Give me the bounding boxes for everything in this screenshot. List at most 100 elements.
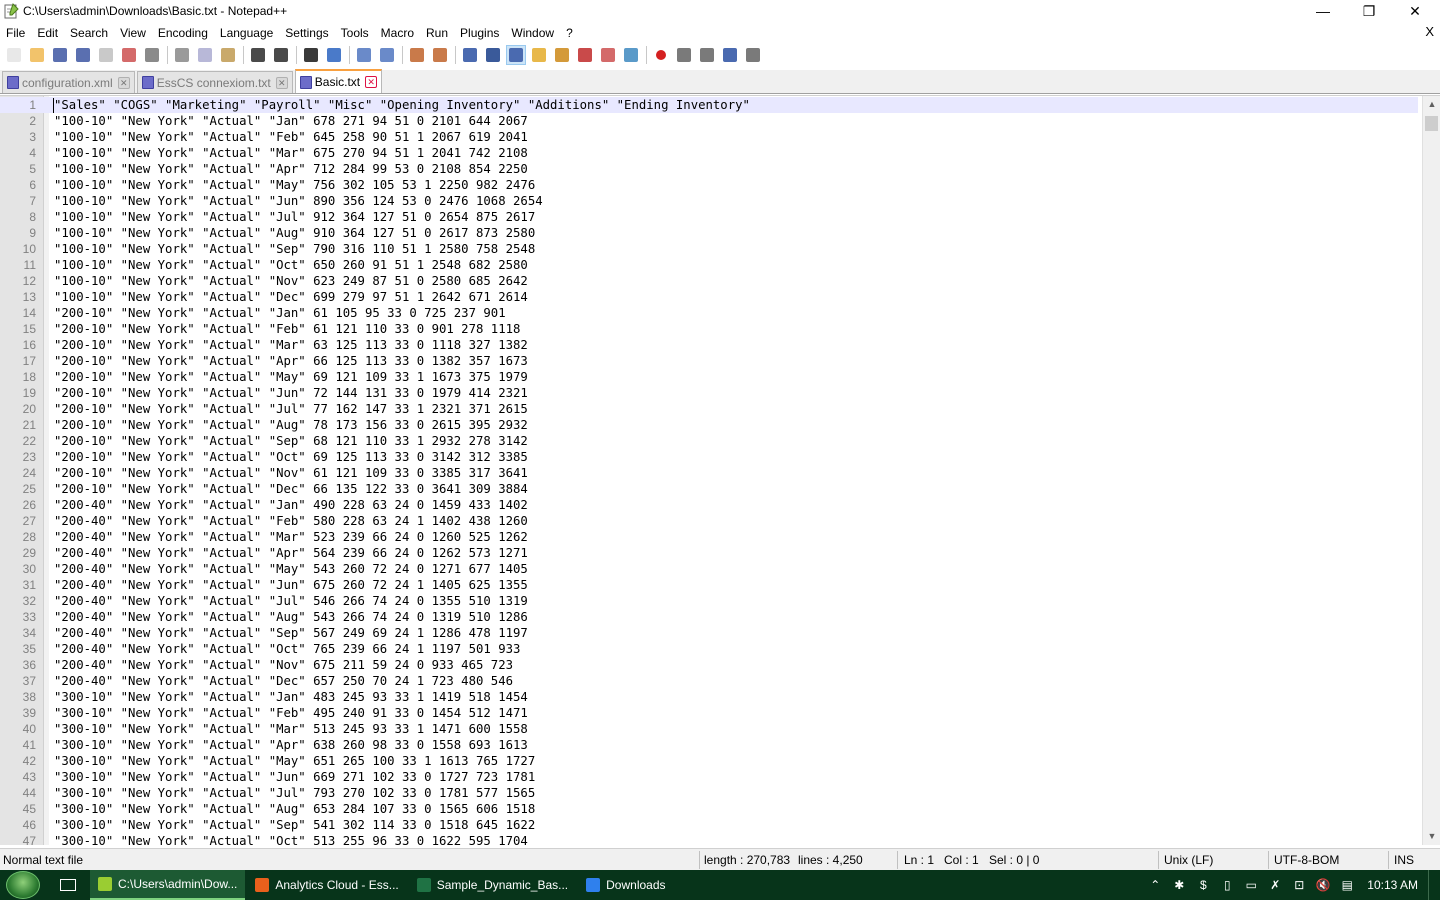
editor-line[interactable]: 9 "100-10" "New York" "Actual" "Aug" 910 … xyxy=(0,225,1418,241)
word-wrap-button[interactable] xyxy=(460,45,480,65)
menu-window[interactable]: Window xyxy=(505,26,560,40)
line-text[interactable]: "200-10" "New York" "Actual" "Nov" 61 12… xyxy=(54,466,528,480)
taskbar-clock[interactable]: 10:13 AM xyxy=(1359,878,1428,892)
editor-line[interactable]: 1 "Sales" "COGS" "Marketing" "Payroll" "M… xyxy=(0,97,1418,113)
copy-button[interactable] xyxy=(195,45,215,65)
menu-file[interactable]: File xyxy=(0,26,31,40)
editor-line[interactable]: 35 "200-40" "New York" "Actual" "Oct" 765… xyxy=(0,641,1418,657)
tab-close-icon[interactable]: ✕ xyxy=(275,76,288,89)
editor-line[interactable]: 42 "300-10" "New York" "Actual" "May" 651… xyxy=(0,753,1418,769)
editor-line[interactable]: 28 "200-40" "New York" "Actual" "Mar" 523… xyxy=(0,529,1418,545)
editor-line[interactable]: 32 "200-40" "New York" "Actual" "Jul" 546… xyxy=(0,593,1418,609)
editor-line[interactable]: 45 "300-10" "New York" "Actual" "Aug" 653… xyxy=(0,801,1418,817)
stop-macro-button[interactable] xyxy=(674,45,694,65)
minimize-button[interactable]: — xyxy=(1300,0,1346,22)
editor-line[interactable]: 39 "300-10" "New York" "Actual" "Feb" 495… xyxy=(0,705,1418,721)
line-text[interactable]: "200-10" "New York" "Actual" "Apr" 66 12… xyxy=(54,354,528,368)
line-text[interactable]: "200-10" "New York" "Actual" "May" 69 12… xyxy=(54,370,528,384)
editor-line[interactable]: 16 "200-10" "New York" "Actual" "Mar" 63 … xyxy=(0,337,1418,353)
editor-line[interactable]: 22 "200-10" "New York" "Actual" "Sep" 68 … xyxy=(0,433,1418,449)
display-icon[interactable]: ⊡ xyxy=(1287,870,1311,900)
line-text[interactable]: "100-10" "New York" "Actual" "Jan" 678 2… xyxy=(54,114,528,128)
line-text[interactable]: "200-10" "New York" "Actual" "Mar" 63 12… xyxy=(54,338,528,352)
editor-line[interactable]: 40 "300-10" "New York" "Actual" "Mar" 513… xyxy=(0,721,1418,737)
tab-basic-txt[interactable]: Basic.txt ✕ xyxy=(294,69,383,93)
line-text[interactable]: "300-10" "New York" "Actual" "Oct" 513 2… xyxy=(54,834,528,845)
editor-line[interactable]: 3 "100-10" "New York" "Actual" "Feb" 645 … xyxy=(0,129,1418,145)
editor-line[interactable]: 36 "200-40" "New York" "Actual" "Nov" 675… xyxy=(0,657,1418,673)
line-text[interactable]: "100-10" "New York" "Actual" "Mar" 675 2… xyxy=(54,146,528,160)
save-macro-button[interactable] xyxy=(743,45,763,65)
line-text[interactable]: "200-40" "New York" "Actual" "Aug" 543 2… xyxy=(54,610,528,624)
line-text[interactable]: "100-10" "New York" "Actual" "Oct" 650 2… xyxy=(54,258,528,272)
open-file-button[interactable] xyxy=(27,45,47,65)
editor-line[interactable]: 23 "200-10" "New York" "Actual" "Oct" 69 … xyxy=(0,449,1418,465)
line-text[interactable]: "300-10" "New York" "Actual" "Jul" 793 2… xyxy=(54,786,535,800)
replace-button[interactable] xyxy=(324,45,344,65)
menu-plugins[interactable]: Plugins xyxy=(454,26,505,40)
scroll-up-icon[interactable]: ▲ xyxy=(1423,96,1440,113)
line-text[interactable]: "200-40" "New York" "Actual" "Jan" 490 2… xyxy=(54,498,528,512)
line-text[interactable]: "200-10" "New York" "Actual" "Aug" 78 17… xyxy=(54,418,528,432)
paste-button[interactable] xyxy=(218,45,238,65)
line-text[interactable]: "200-40" "New York" "Actual" "May" 543 2… xyxy=(54,562,528,576)
editor-line[interactable]: 27 "200-40" "New York" "Actual" "Feb" 580… xyxy=(0,513,1418,529)
editor-line[interactable]: 6 "100-10" "New York" "Actual" "May" 756 … xyxy=(0,177,1418,193)
line-text[interactable]: "200-10" "New York" "Actual" "Jul" 77 16… xyxy=(54,402,528,416)
line-text[interactable]: "100-10" "New York" "Actual" "Dec" 699 2… xyxy=(54,290,528,304)
line-text[interactable]: "300-10" "New York" "Actual" "Mar" 513 2… xyxy=(54,722,528,736)
show-desktop-button[interactable] xyxy=(1428,870,1440,900)
run-macro-multiple-button[interactable] xyxy=(720,45,740,65)
text-editor[interactable]: 1 "Sales" "COGS" "Marketing" "Payroll" "M… xyxy=(0,95,1440,845)
taskbar-app-excel[interactable]: Sample_Dynamic_Bas... xyxy=(409,870,576,900)
menu-encoding[interactable]: Encoding xyxy=(152,26,214,40)
line-text[interactable]: "200-40" "New York" "Actual" "Sep" 567 2… xyxy=(54,626,528,640)
save-button[interactable] xyxy=(50,45,70,65)
editor-line[interactable]: 2 "100-10" "New York" "Actual" "Jan" 678 … xyxy=(0,113,1418,129)
editor-line[interactable]: 24 "200-10" "New York" "Actual" "Nov" 61 … xyxy=(0,465,1418,481)
line-text[interactable]: "200-40" "New York" "Actual" "Dec" 657 2… xyxy=(54,674,513,688)
task-view-button[interactable] xyxy=(46,870,90,900)
line-text[interactable]: "200-40" "New York" "Actual" "Nov" 675 2… xyxy=(54,658,513,672)
cut-button[interactable] xyxy=(172,45,192,65)
editor-line[interactable]: 11 "100-10" "New York" "Actual" "Oct" 650… xyxy=(0,257,1418,273)
line-text[interactable]: "100-10" "New York" "Actual" "Nov" 623 2… xyxy=(54,274,528,288)
save-all-button[interactable] xyxy=(73,45,93,65)
record-macro-button[interactable] xyxy=(651,45,671,65)
editor-line[interactable]: 41 "300-10" "New York" "Actual" "Apr" 638… xyxy=(0,737,1418,753)
line-text[interactable]: "100-10" "New York" "Actual" "Jun" 890 3… xyxy=(54,194,543,208)
line-text[interactable]: "200-40" "New York" "Actual" "Mar" 523 2… xyxy=(54,530,528,544)
editor-line[interactable]: 15 "200-10" "New York" "Actual" "Feb" 61 … xyxy=(0,321,1418,337)
doc-map-button[interactable] xyxy=(552,45,572,65)
editor-line[interactable]: 31 "200-40" "New York" "Actual" "Jun" 675… xyxy=(0,577,1418,593)
volume-mute-icon[interactable]: 🔇 xyxy=(1311,870,1335,900)
line-text[interactable]: "100-10" "New York" "Actual" "Jul" 912 3… xyxy=(54,210,535,224)
line-text[interactable]: "100-10" "New York" "Actual" "Apr" 712 2… xyxy=(54,162,528,176)
line-text[interactable]: "200-40" "New York" "Actual" "Jul" 546 2… xyxy=(54,594,528,608)
line-text[interactable]: "200-40" "New York" "Actual" "Apr" 564 2… xyxy=(54,546,528,560)
show-all-chars-button[interactable] xyxy=(483,45,503,65)
status-eol-format[interactable]: Unix (LF) xyxy=(1164,853,1213,867)
menu-run[interactable]: Run xyxy=(420,26,454,40)
settings-gear-icon[interactable]: ✱ xyxy=(1167,870,1191,900)
redo-button[interactable] xyxy=(271,45,291,65)
tab-close-icon[interactable]: ✕ xyxy=(117,76,130,89)
sync-horizontal-button[interactable] xyxy=(430,45,450,65)
monitoring-button[interactable] xyxy=(621,45,641,65)
editor-line[interactable]: 25 "200-10" "New York" "Actual" "Dec" 66 … xyxy=(0,481,1418,497)
line-text[interactable]: "300-10" "New York" "Actual" "May" 651 2… xyxy=(54,754,535,768)
sync-vertical-button[interactable] xyxy=(407,45,427,65)
line-text[interactable]: "200-40" "New York" "Actual" "Oct" 765 2… xyxy=(54,642,520,656)
close-window-button[interactable]: ✕ xyxy=(1392,0,1438,22)
editor-line[interactable]: 30 "200-40" "New York" "Actual" "May" 543… xyxy=(0,561,1418,577)
line-text[interactable]: "200-10" "New York" "Actual" "Jun" 72 14… xyxy=(54,386,528,400)
line-text[interactable]: "200-10" "New York" "Actual" "Jan" 61 10… xyxy=(54,306,506,320)
tab-esscs-connexiom-txt[interactable]: EssCS connexiom.txt ✕ xyxy=(136,71,293,93)
undo-button[interactable] xyxy=(248,45,268,65)
editor-line[interactable]: 33 "200-40" "New York" "Actual" "Aug" 543… xyxy=(0,609,1418,625)
tab-configuration-xml[interactable]: configuration.xml ✕ xyxy=(2,71,135,93)
menu-view[interactable]: View xyxy=(114,26,152,40)
line-text[interactable]: "200-40" "New York" "Actual" "Jun" 675 2… xyxy=(54,578,528,592)
editor-line[interactable]: 13 "100-10" "New York" "Actual" "Dec" 699… xyxy=(0,289,1418,305)
line-text[interactable]: "100-10" "New York" "Actual" "Feb" 645 2… xyxy=(54,130,528,144)
